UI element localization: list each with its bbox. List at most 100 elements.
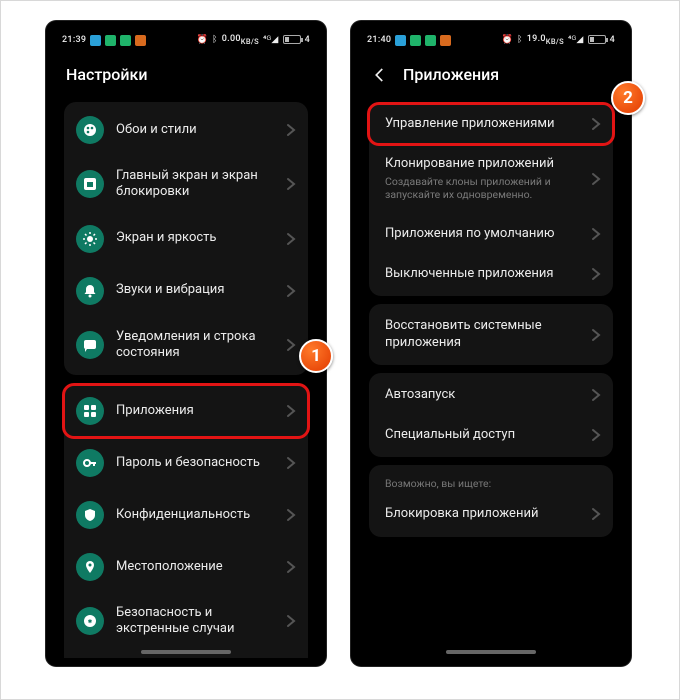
chevron-right-icon <box>589 117 603 131</box>
back-icon[interactable] <box>371 66 389 84</box>
chevron-right-icon <box>284 338 298 352</box>
telegram-icon <box>395 35 406 46</box>
settings-row[interactable]: Управление приложениями <box>369 104 613 144</box>
bluetooth-icon: ᛒ <box>517 35 523 45</box>
battery-pct: 4 <box>305 35 310 45</box>
chevron-right-icon <box>589 388 603 402</box>
chevron-right-icon <box>589 172 603 186</box>
signal-icon: ⁴ᴳ◢ <box>568 34 584 45</box>
row-label: Звуки и вибрация <box>116 282 284 298</box>
settings-row[interactable]: Звуки и вибрация <box>64 265 308 317</box>
apps-group-suggest: Возможно, вы ищете: Блокировка приложени… <box>369 465 613 536</box>
row-label: Управление приложениями <box>385 116 589 132</box>
settings-row[interactable]: Клонирование приложений Создавайте клоны … <box>369 144 613 214</box>
bell-icon <box>76 277 104 305</box>
message-icon <box>76 331 104 359</box>
row-subtitle: Создавайте клоны приложений и запускайте… <box>385 175 589 202</box>
status-bar: 21:39 ⏰ ᛒ 0.00KB/S ⁴ᴳ◢ 4 <box>54 29 318 51</box>
page-title: Настройки <box>54 51 318 94</box>
chevron-right-icon <box>284 232 298 246</box>
status-time: 21:39 <box>62 35 86 45</box>
app-icon <box>135 35 146 46</box>
shield-icon <box>76 501 104 529</box>
settings-row[interactable]: Уведомления и строка состояния <box>64 317 308 374</box>
chevron-right-icon <box>589 507 603 521</box>
chevron-right-icon <box>284 508 298 522</box>
home-indicator[interactable] <box>446 650 536 654</box>
sos-icon <box>76 607 104 635</box>
chevron-right-icon <box>589 267 603 281</box>
settings-row[interactable]: Приложения <box>64 385 308 437</box>
row-label: Блокировка приложений <box>385 506 589 522</box>
chevron-right-icon <box>284 177 298 191</box>
alarm-icon: ⏰ <box>197 35 209 45</box>
settings-row[interactable]: Обои и стили <box>64 104 308 156</box>
sun-icon <box>76 225 104 253</box>
apps-group-extra: Автозапуск Специальный доступ <box>369 373 613 458</box>
row-label: Клонирование приложений <box>385 156 589 172</box>
page-title: Приложения <box>403 65 499 84</box>
chevron-right-icon <box>284 123 298 137</box>
chevron-right-icon <box>284 456 298 470</box>
chevron-right-icon <box>284 404 298 418</box>
apps-group-restore: Восстановить системные приложения <box>369 304 613 365</box>
pin-icon <box>76 553 104 581</box>
home-indicator[interactable] <box>141 650 231 654</box>
row-label: Приложения <box>116 403 284 419</box>
settings-row[interactable]: Автозапуск <box>369 375 613 415</box>
chevron-right-icon <box>589 328 603 342</box>
apps-icon <box>76 397 104 425</box>
phone-apps: 21:40 ⏰ ᛒ 19.0KB/S ⁴ᴳ◢ 4 Приложения Упра… <box>351 21 631 666</box>
app-icon <box>410 35 421 46</box>
signal-icon: ⁴ᴳ◢ <box>263 34 279 45</box>
battery-icon <box>283 35 301 44</box>
settings-row[interactable]: Главный экран и экран блокировки <box>64 156 308 213</box>
settings-group-apps: Приложения Пароль и безопасность Конфиденц… <box>64 383 308 666</box>
row-label: Восстановить системные приложения <box>385 318 589 351</box>
row-label: Конфиденциальность <box>116 507 284 523</box>
suggestion-hint: Возможно, вы ищете: <box>369 467 613 494</box>
battery-icon <box>588 35 606 44</box>
telegram-icon <box>90 35 101 46</box>
page-header: Приложения <box>359 51 623 94</box>
net-speed: 0.00KB/S <box>222 34 259 46</box>
chevron-right-icon <box>589 227 603 241</box>
status-bar: 21:40 ⏰ ᛒ 19.0KB/S ⁴ᴳ◢ 4 <box>359 29 623 51</box>
settings-row[interactable]: Выключенные приложения <box>369 254 613 294</box>
row-label: Специальный доступ <box>385 427 589 443</box>
key-icon <box>76 449 104 477</box>
settings-row[interactable]: Экран и яркость <box>64 213 308 265</box>
settings-row[interactable]: Местоположение <box>64 541 308 593</box>
battery-icon <box>76 662 104 667</box>
row-label: Выключенные приложения <box>385 266 589 282</box>
step-badge-2: 2 <box>611 81 645 115</box>
settings-group-display: Обои и стили Главный экран и экран блокир… <box>64 102 308 375</box>
settings-row[interactable]: Восстановить системные приложения <box>369 306 613 363</box>
phone-settings: 21:39 ⏰ ᛒ 0.00KB/S ⁴ᴳ◢ 4 Настройки Обои … <box>46 21 326 666</box>
net-speed: 19.0KB/S <box>527 34 564 46</box>
settings-row[interactable]: Конфиденциальность <box>64 489 308 541</box>
home-icon <box>76 170 104 198</box>
app-icon <box>120 35 131 46</box>
settings-row[interactable]: Приложения по умолчанию <box>369 214 613 254</box>
app-icon <box>105 35 116 46</box>
row-label: Безопасность и экстренные случаи <box>116 605 284 638</box>
row-label: Приложения по умолчанию <box>385 226 589 242</box>
settings-row[interactable]: Безопасность и экстренные случаи <box>64 593 308 650</box>
step-badge-1: 1 <box>299 339 333 373</box>
settings-row[interactable]: Пароль и безопасность <box>64 437 308 489</box>
chevron-right-icon <box>284 614 298 628</box>
settings-row[interactable]: Специальный доступ <box>369 415 613 455</box>
row-label: Автозапуск <box>385 387 589 403</box>
row-label: Экран и яркость <box>116 230 284 246</box>
chevron-right-icon <box>284 284 298 298</box>
row-label: Уведомления и строка состояния <box>116 329 284 362</box>
settings-row[interactable]: Блокировка приложений <box>369 494 613 534</box>
chevron-right-icon <box>284 560 298 574</box>
battery-pct: 4 <box>610 35 615 45</box>
status-time: 21:40 <box>367 35 391 45</box>
palette-icon <box>76 116 104 144</box>
chevron-right-icon <box>589 428 603 442</box>
alarm-icon: ⏰ <box>502 35 514 45</box>
row-label: Главный экран и экран блокировки <box>116 168 284 201</box>
